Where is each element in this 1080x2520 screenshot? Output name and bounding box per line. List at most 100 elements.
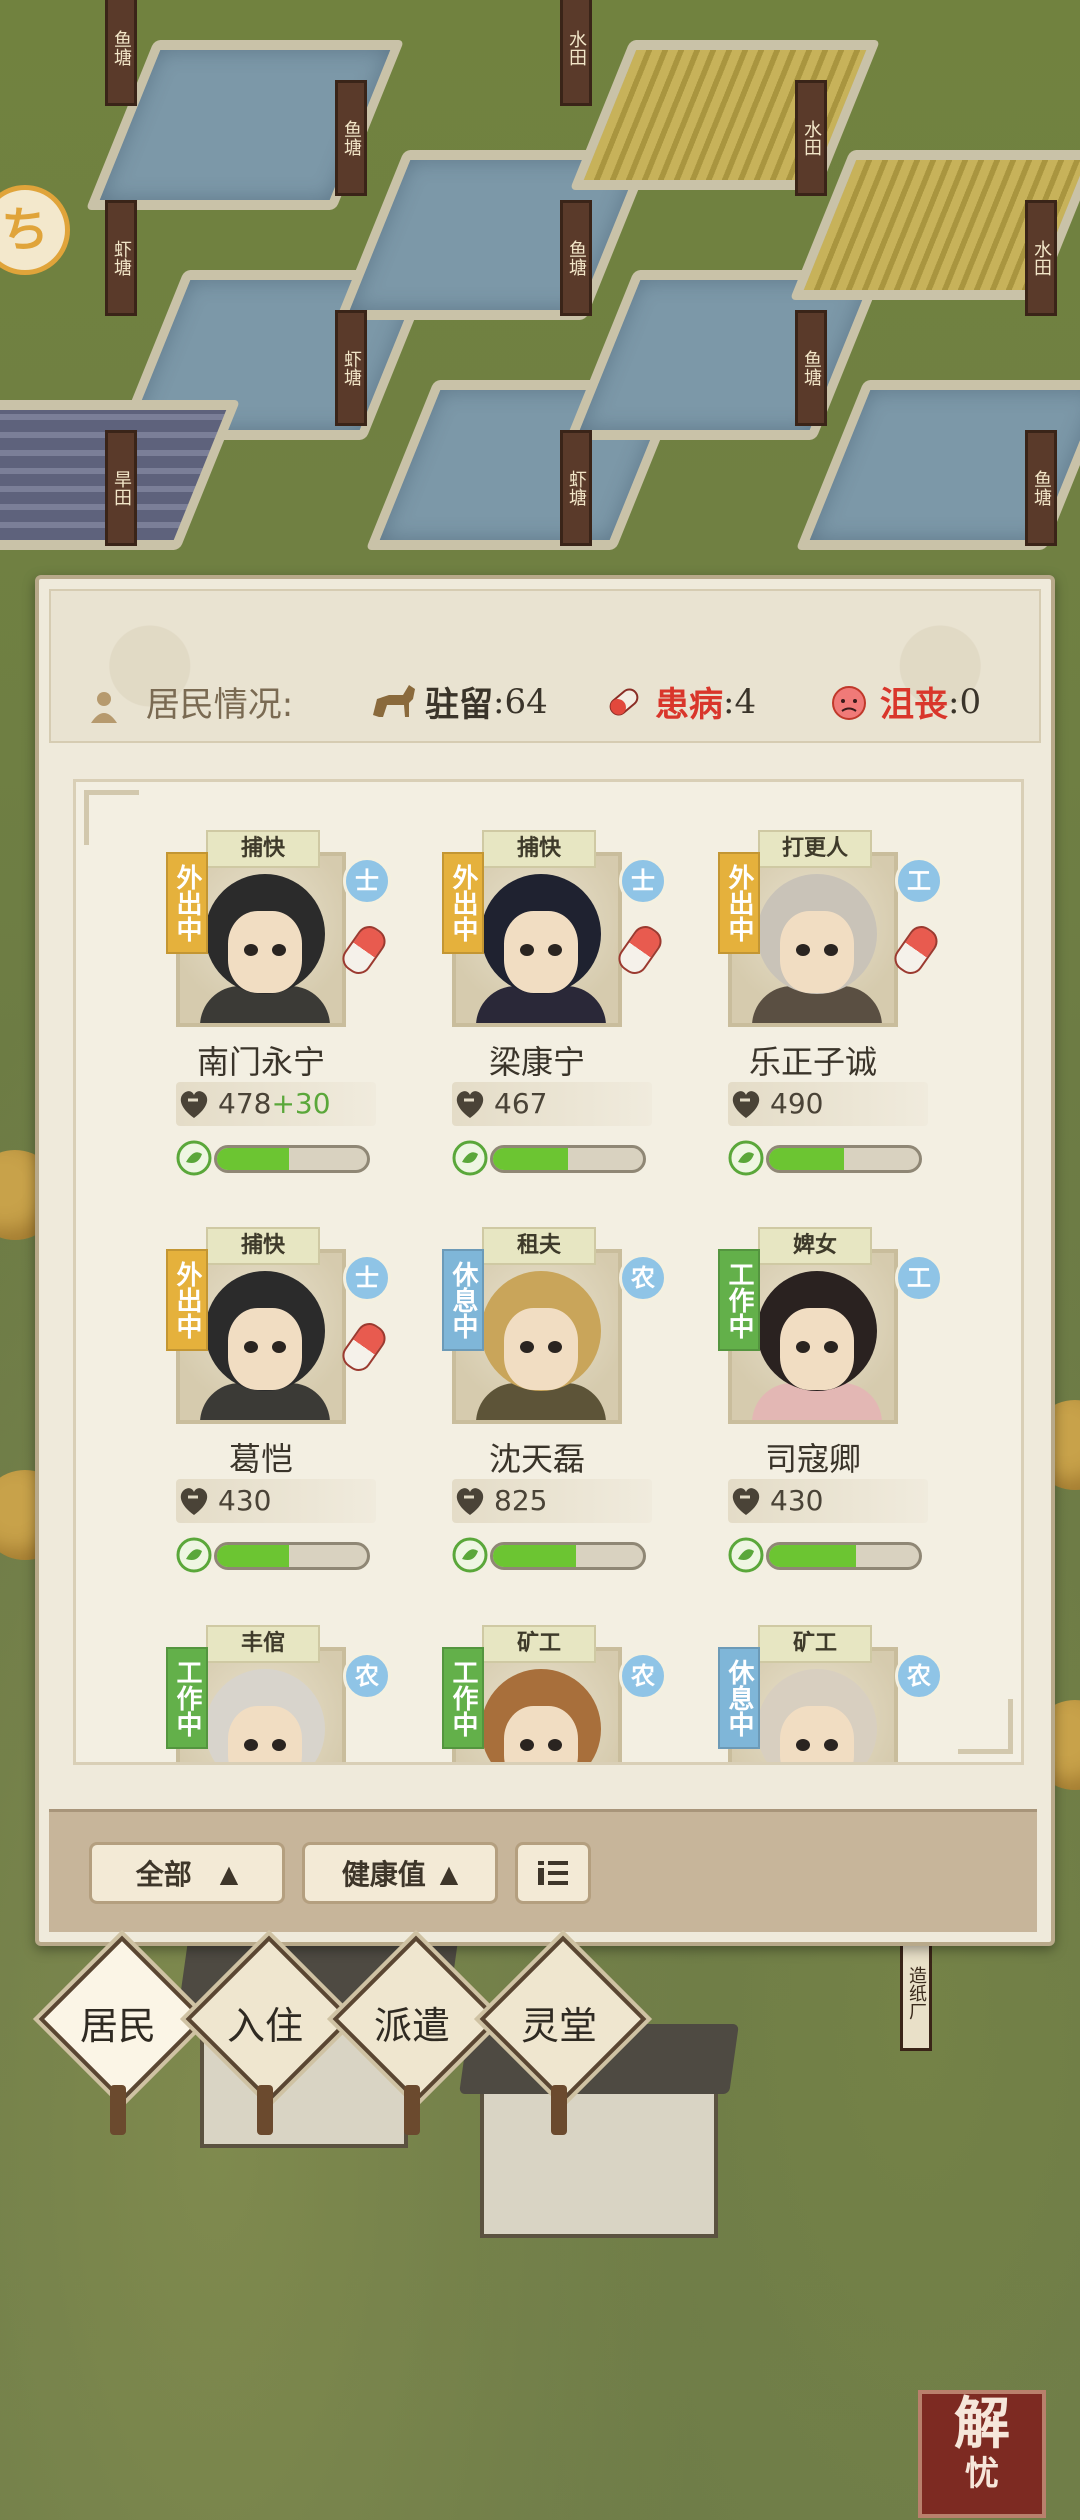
tab-label[interactable]: 灵堂 [494,1995,624,2050]
resident-name: 司寇卿 [764,1440,861,1478]
portrait-eye [548,1739,562,1751]
resident-state: 外出中 [166,852,208,954]
sort-health-button[interactable]: 健康值 ▲ [302,1842,498,1904]
mood-row [728,1140,938,1176]
resident-card[interactable]: 矿工 休息中 农 [688,1592,943,1762]
portrait-eye [244,1739,258,1751]
resident-card[interactable]: 矿工 工作中 农 [412,1592,667,1762]
resident-name: 梁康宁 [488,1043,585,1081]
health-heart-icon [732,1488,760,1515]
leaf-icon [176,1537,212,1573]
event-badge-icon[interactable]: ち [0,185,70,275]
portrait-eye [548,944,562,956]
seal-bottom: 忧 [965,2454,999,2494]
scene-sign: 虾塘 [105,200,137,316]
leaf-icon [728,1537,764,1573]
health-value: 430 [770,1484,824,1517]
tab-peg [110,2085,126,2135]
mood-bar [766,1145,922,1173]
portrait-face [504,1706,578,1762]
mood-bar-fill [493,1545,576,1567]
portrait-eye [548,1341,562,1353]
health-bonus: +30 [271,1087,331,1120]
mood-row [728,1537,938,1573]
resident-card[interactable]: 打更人 外出中 工乐正子诚 490 [688,797,943,1177]
resident-state: 外出中 [718,852,760,954]
resident-card[interactable]: 捕快 外出中 士梁康宁 467 [412,797,667,1177]
health-heart-icon [732,1091,760,1118]
caret-up-icon: ▲ [439,1858,459,1888]
portrait-eye [272,944,286,956]
portrait-eye [520,944,534,956]
resident-card[interactable]: 丰倌 工作中 农 [136,1592,391,1762]
leaf-icon [452,1140,488,1176]
filter-all-button[interactable]: 全部 ▲ [89,1842,285,1904]
mood-row [176,1140,386,1176]
leaf-icon [728,1140,764,1176]
portrait-eye [272,1739,286,1751]
resident-card[interactable]: 租夫 休息中 农沈天磊 825 [412,1194,667,1574]
resident-job: 矿工 [758,1625,872,1663]
portrait-eye [520,1341,534,1353]
health-row: 467 [452,1082,652,1126]
resident-state: 工作中 [442,1647,484,1749]
portrait-eye [272,1341,286,1353]
resident-rank-badge: 农 [895,1652,943,1700]
health-value: 825 [494,1484,548,1517]
tab-label[interactable]: 入住 [200,1995,330,2050]
portrait-eye [244,944,258,956]
corner-ornament [84,790,139,845]
portrait-eye [824,1739,838,1751]
resident-state: 外出中 [166,1249,208,1351]
portrait-eye [520,1739,534,1751]
mood-bar [490,1145,646,1173]
scene-sign: 水田 [560,0,592,106]
resident-state: 休息中 [718,1647,760,1749]
pill-icon [609,688,639,715]
resident-name: 南门永宁 [196,1043,325,1081]
resident-card[interactable]: 捕快 外出中士南门永宁 478+30 [136,797,391,1177]
list-toggle-icon [538,1861,568,1885]
resident-state: 休息中 [442,1249,484,1351]
health-heart-icon [180,1091,208,1118]
resident-state: 外出中 [442,852,484,954]
scene-sign: 鱼塘 [560,200,592,316]
resident-list[interactable]: 捕快 外出中士南门永宁 478+30 捕快 外出中士梁康宁 467 打更人 外出中工乐正子诚 4… [73,779,1024,1765]
resident-card[interactable]: 婢女 工作中 工司寇卿 430 [688,1194,943,1574]
tab-peg [551,2085,567,2135]
corner-ornament [958,1699,1013,1754]
health-heart-icon [180,1488,208,1515]
house[interactable] [480,2080,718,2238]
paddy-field[interactable] [569,40,881,190]
health-value: 490 [770,1087,824,1120]
health-row: 430 [176,1479,376,1523]
mood-row [176,1537,386,1573]
depressed-stat: 沮丧 :0 [824,677,981,726]
resident-job: 丰倌 [206,1625,320,1663]
residents-panel: 居民情况: 驻留 :64 患病 :4 沮丧 :0 捕快 外出中士南门永宁 478+3… [35,575,1055,1946]
tab-label[interactable]: 居民 [53,1995,183,2050]
residents-status: 居民情况: [89,677,293,726]
tab-peg [404,2085,420,2135]
portrait-face [780,911,854,993]
sort-health-label: 健康值 [341,1858,426,1891]
portrait-face [780,1308,854,1390]
seal-button[interactable]: 解 忧 [918,2390,1046,2518]
seal-top: 解 [954,2391,1010,2457]
resident-icon [91,691,117,723]
resident-rank-badge: 工 [895,857,943,905]
list-toggle-button[interactable] [515,1842,591,1904]
scene-sign: 鱼塘 [795,310,827,426]
depressed-label: 沮丧 [880,685,948,725]
resident-job: 捕快 [206,830,320,868]
resident-rank-badge: 工 [895,1254,943,1302]
scene-sign: 水田 [1025,200,1057,316]
resident-card[interactable]: 捕快 外出中 士葛恺 430 [136,1194,391,1574]
resident-name: 葛恺 [228,1440,293,1478]
tab-label[interactable]: 派遣 [347,1995,477,2050]
stay-stat: 驻留 :64 [369,677,548,726]
resident-name: 沈天磊 [488,1440,585,1478]
resident-job: 捕快 [482,830,596,868]
mood-bar [214,1145,370,1173]
resident-job: 矿工 [482,1625,596,1663]
